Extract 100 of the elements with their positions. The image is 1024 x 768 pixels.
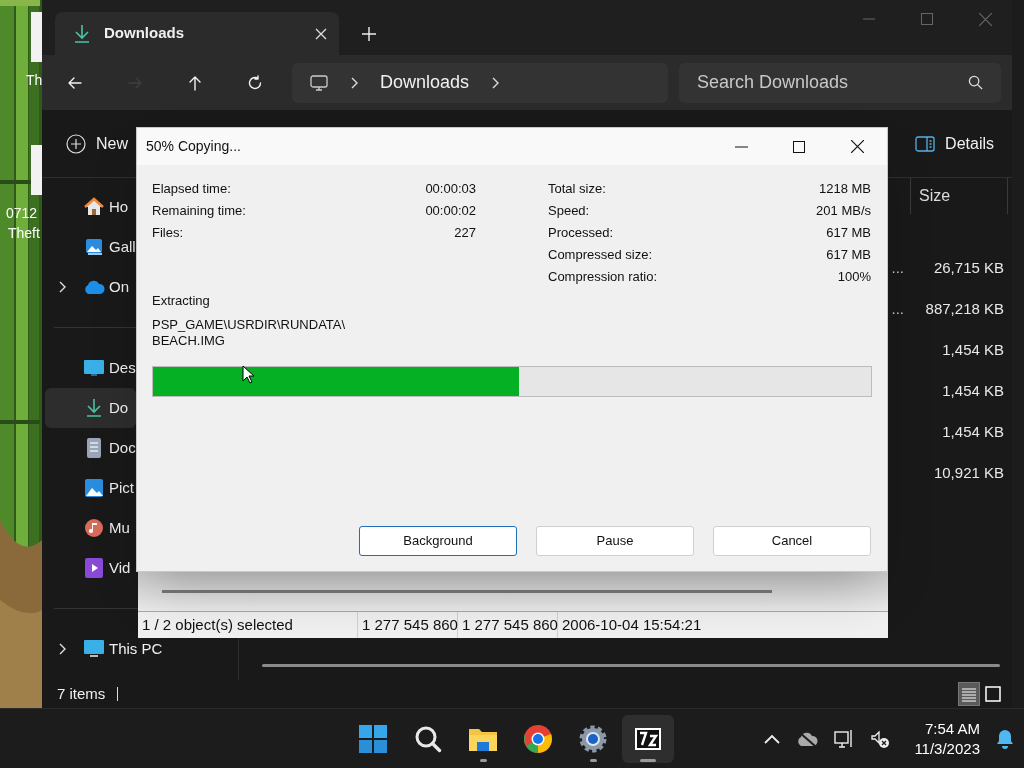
- close-icon: [978, 12, 992, 26]
- gallery-icon: [84, 237, 104, 257]
- running-indicator: [589, 758, 597, 762]
- file-size: 10,921 KB: [932, 463, 1004, 484]
- stat-value: 617 MB: [826, 224, 871, 243]
- sidebar-item[interactable]: Vid: [45, 548, 136, 588]
- file-name: ...: [891, 299, 904, 320]
- stat-value: 100%: [837, 268, 871, 287]
- minimize-icon: [734, 145, 748, 148]
- home-icon: [84, 197, 104, 217]
- taskbar-app-button[interactable]: [622, 714, 674, 763]
- file-size: 1,454 KB: [941, 381, 1004, 402]
- minimize-icon: [863, 18, 875, 20]
- stat-label: Compressed size:: [548, 246, 653, 265]
- document-icon: [85, 437, 103, 459]
- stat-value: 201 MB/s: [816, 202, 871, 221]
- stat-label: Compression ratio:: [548, 268, 658, 287]
- network-icon: [834, 728, 855, 749]
- maximize-icon: [921, 13, 933, 25]
- column-header[interactable]: Size: [910, 178, 1008, 214]
- download-icon: [73, 23, 91, 44]
- plus-circle-icon: [66, 133, 86, 154]
- stat-value: 00:00:02: [425, 202, 476, 221]
- mouse-cursor-icon: [242, 365, 254, 384]
- search-input[interactable]: Search Downloads: [697, 69, 968, 96]
- chevron-icon: [491, 76, 500, 89]
- archive-app-icon: [634, 726, 662, 751]
- sidebar-item[interactable]: Pict: [45, 468, 136, 508]
- pictures-icon: [84, 478, 104, 498]
- file-path: BEACH.IMG: [152, 333, 226, 349]
- stat-value: 1218 MB: [818, 180, 871, 199]
- running-indicator: [479, 758, 487, 762]
- sidebar-item[interactable]: Ho: [45, 187, 136, 227]
- panel-icon: [915, 135, 936, 152]
- scrollbar[interactable]: [262, 663, 1000, 667]
- status-cell: 1 277 545 860: [358, 612, 458, 638]
- close-icon: [315, 27, 327, 40]
- bell-icon: [996, 728, 1014, 749]
- chevron-icon: [350, 76, 358, 89]
- computer-icon: [83, 639, 105, 659]
- chrome-icon: [523, 723, 553, 754]
- close-icon: [850, 140, 864, 153]
- status-cell: 1 277 545 860: [458, 612, 558, 638]
- cloud-icon: [83, 280, 105, 294]
- sidebar-item[interactable]: Doc: [45, 428, 136, 468]
- desktop-icon-label: Theft: [8, 224, 40, 242]
- operation-label: Extracting: [152, 292, 211, 310]
- running-indicator: [640, 758, 656, 762]
- scrollbar[interactable]: [162, 590, 772, 593]
- clock-date[interactable]: 11/3/2023: [914, 738, 980, 759]
- breadcrumb[interactable]: Downloads: [380, 69, 470, 96]
- sidebar-item[interactable]: Gall: [45, 227, 136, 267]
- sidebar-item[interactable]: Do: [45, 388, 136, 428]
- video-icon: [84, 557, 104, 579]
- gear-icon: [578, 723, 608, 754]
- sidebar-item[interactable]: This PC: [45, 639, 167, 659]
- chevron-up-icon: [764, 733, 781, 744]
- windows-logo-icon: [358, 723, 388, 754]
- file-name: ...: [891, 258, 904, 279]
- dialog-button[interactable]: Cancel: [713, 526, 871, 556]
- status-cell-text: 2006-10-04 15:54:21: [561, 614, 703, 635]
- plus-icon: [362, 26, 376, 41]
- browser-tab[interactable]: Downloads: [55, 12, 339, 55]
- maximize-icon: [793, 140, 805, 153]
- file-size: 1,454 KB: [941, 340, 1004, 361]
- new-button[interactable]: New: [66, 131, 128, 156]
- desktop-icon-label: 0712: [6, 204, 38, 222]
- search-icon: [968, 75, 983, 90]
- muted-speaker-icon: [870, 728, 891, 749]
- square-icon: [985, 686, 1001, 702]
- sidebar-item[interactable]: On: [45, 267, 136, 307]
- sidebar-item[interactable]: Des: [45, 348, 136, 388]
- search-icon: [414, 724, 442, 753]
- stat-label: Elapsed time:: [152, 180, 231, 199]
- dialog-button[interactable]: Pause: [536, 526, 694, 556]
- file-path: PSP_GAME\USRDIR\RUNDATA\: [152, 317, 347, 333]
- stat-value: 617 MB: [826, 246, 871, 265]
- status-cell: 1 / 2 object(s) selected: [138, 612, 358, 638]
- download-icon: [85, 398, 103, 418]
- stat-label: Total size:: [548, 180, 606, 199]
- address-bar[interactable]: Downloads: [292, 62, 668, 103]
- stat-label: Remaining time:: [152, 202, 246, 221]
- file-size: 26,715 KB: [932, 258, 1004, 279]
- stat-label: Processed:: [548, 224, 614, 243]
- search-field[interactable]: Search Downloads: [679, 62, 1001, 103]
- dialog-title: 50% Copying...: [146, 137, 242, 156]
- stat-label: Speed:: [548, 202, 590, 221]
- cloud-off-icon: [796, 730, 819, 747]
- clock-time[interactable]: 7:54 AM: [924, 718, 980, 739]
- sidebar-item[interactable]: Mu: [45, 508, 136, 548]
- list-icon: [961, 686, 977, 702]
- desktop-icon: [83, 359, 105, 377]
- stat-value: 00:00:03: [425, 180, 476, 199]
- details-button[interactable]: Details: [915, 131, 994, 156]
- stat-value: 227: [454, 224, 476, 243]
- file-size: 1,454 KB: [941, 422, 1004, 443]
- monitor-icon: [310, 74, 328, 91]
- stat-label: Files:: [152, 224, 184, 243]
- dialog-button[interactable]: Background: [359, 526, 517, 556]
- music-icon: [84, 518, 104, 538]
